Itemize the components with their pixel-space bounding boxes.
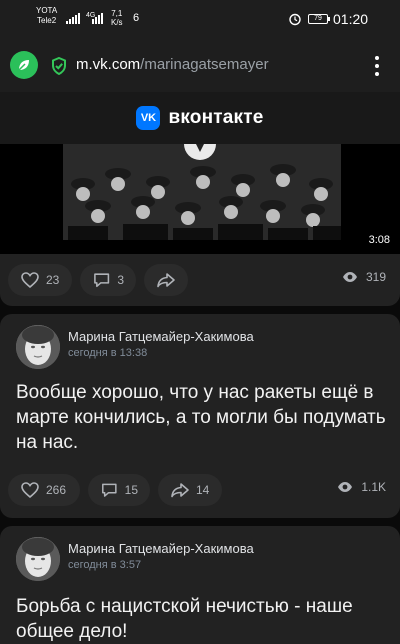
shield-icon (52, 57, 66, 75)
carrier-label: YOTA Tele2 (36, 6, 57, 26)
post-2-text: Борьба с нацистской нечистью - наше обще… (16, 596, 353, 642)
status-bar: YOTA Tele2 4G 7,1 K/s 6 79 01:20 (0, 0, 400, 40)
post-1-text: Вообще хорошо, что у нас ракеты ещё в ма… (16, 382, 386, 453)
more-menu-icon[interactable] (368, 54, 386, 78)
comment-icon (94, 273, 110, 288)
post-1-header: Марина Гатцемайер-Хакимова сегодня в 13:… (0, 325, 400, 375)
post-author[interactable]: Марина Гатцемайер-Хакимова (68, 541, 254, 556)
carrier-yota: YOTA (36, 6, 58, 15)
share-icon (157, 273, 175, 288)
clock: 01:20 (333, 11, 369, 27)
like-button[interactable]: 266 (8, 474, 80, 506)
battery-icon: 79 (308, 14, 330, 24)
comment-icon (102, 483, 117, 497)
vk-header: VK вконтакте (0, 92, 400, 144)
post-time[interactable]: сегодня в 3:57 (68, 559, 141, 571)
comment-button[interactable]: 3 (80, 264, 136, 296)
vk-wordmark[interactable]: вконтакте (168, 107, 263, 129)
leaf-icon[interactable] (10, 51, 38, 79)
views-counter: 319 (342, 270, 386, 284)
post-author[interactable]: Марина Гатцемайер-Хакимова (68, 329, 254, 344)
signal-icon (66, 12, 80, 24)
video-duration: 3:08 (368, 234, 390, 246)
play-icon[interactable] (182, 144, 218, 162)
eye-icon (342, 272, 357, 282)
notification-count: 6 (133, 12, 140, 24)
like-button[interactable]: 23 (8, 264, 72, 296)
avatar[interactable] (16, 325, 60, 369)
url-field[interactable]: m.vk.com/marinagatsemayer (76, 56, 269, 73)
share-icon (171, 483, 189, 498)
vk-logo[interactable]: VK (136, 106, 161, 130)
share-button[interactable]: 14 (158, 474, 222, 506)
comment-button[interactable]: 15 (88, 474, 150, 506)
signal-icon-2 (92, 12, 103, 24)
alarm-icon (289, 13, 301, 26)
browser-url-bar: m.vk.com/marinagatsemayer (0, 40, 400, 92)
video-post-actions: 23 3 319 (0, 264, 400, 304)
share-button[interactable] (144, 264, 188, 296)
network-speed: 7,1 K/s (111, 9, 123, 27)
carrier-tele2: Tele2 (37, 16, 57, 25)
heart-icon (21, 272, 39, 289)
heart-icon (21, 482, 39, 499)
eye-icon (338, 482, 353, 492)
post-time[interactable]: сегодня в 13:38 (68, 347, 147, 359)
views-counter: 1.1K (337, 480, 386, 494)
post-2-header: Марина Гатцемайер-Хакимова сегодня в 3:5… (0, 537, 400, 587)
post-1-actions: 266 15 14 1.1K (0, 474, 400, 514)
avatar[interactable] (16, 537, 60, 581)
